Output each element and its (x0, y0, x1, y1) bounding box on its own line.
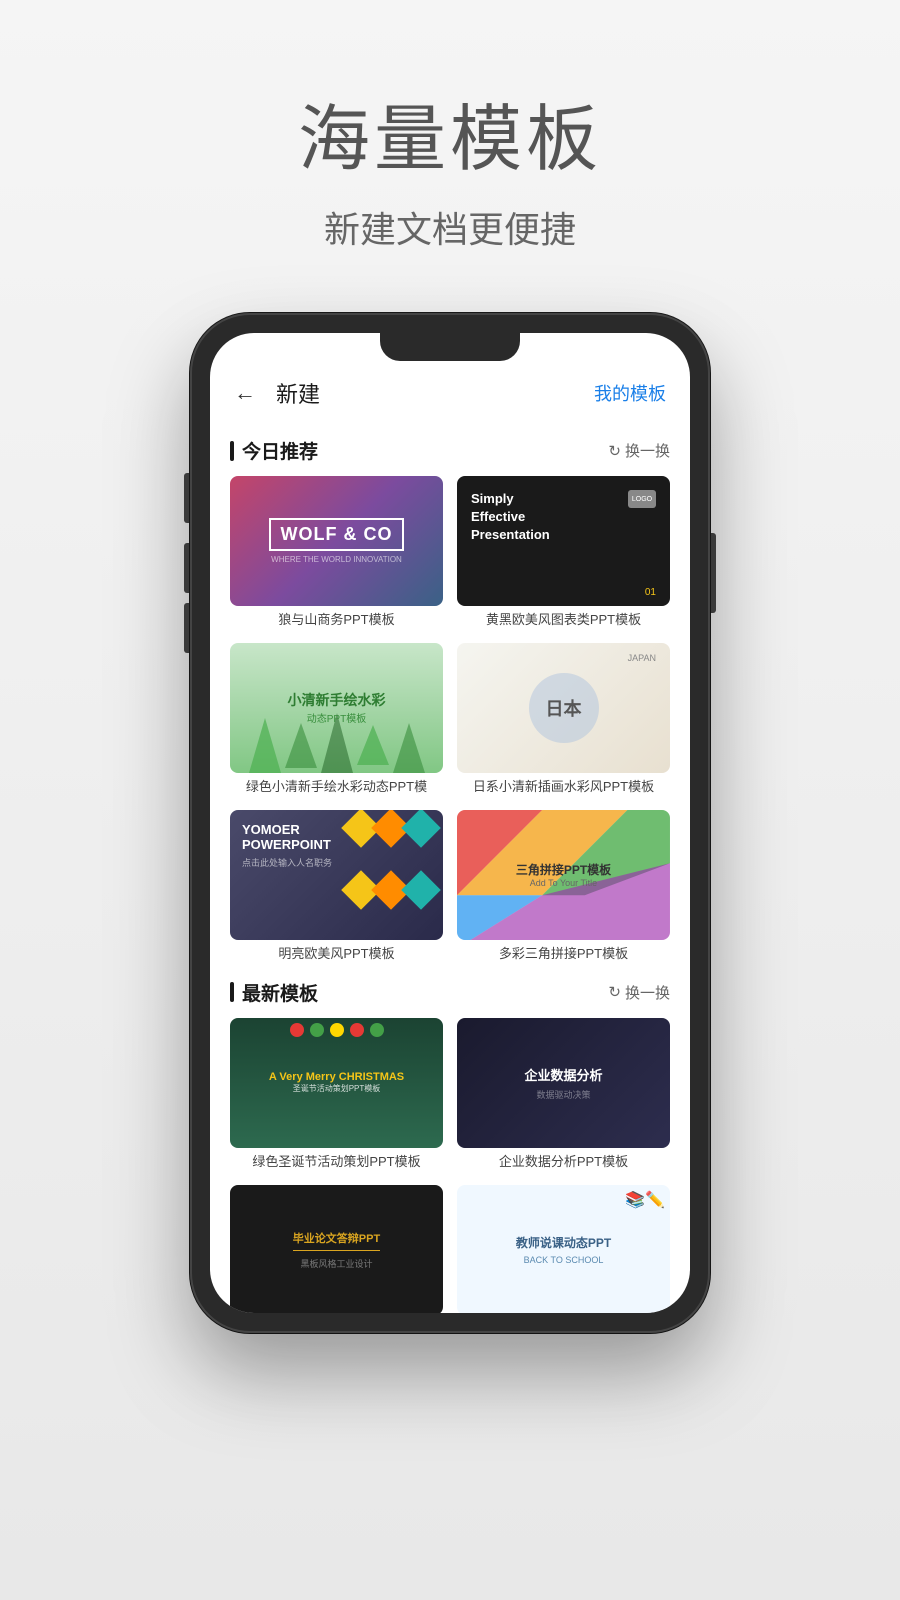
template-grid-today: WOLF & CO WHERE THE WORLD INNOVATION 狼与山… (230, 476, 670, 963)
phone-wrapper: ← 新建 我的模板 今日推荐 ↻ 换一换 (190, 313, 710, 1333)
template-thumb-business: 企业数据分析 数据驱动决策 (457, 1018, 670, 1148)
my-templates-button[interactable]: 我的模板 (594, 380, 666, 406)
template-thumb-simply: SimplyEffectivePresentation LOGO 01 (457, 476, 670, 606)
business-sub: 数据驱动决策 (536, 1088, 590, 1101)
page-header: 海量模板 新建文档更便捷 (298, 0, 602, 253)
tree-5 (393, 723, 425, 773)
template-label-wolf: 狼与山商务PPT模板 (230, 612, 443, 629)
ball-red (290, 1023, 304, 1037)
triangle-sub: Add To Your Title (530, 878, 597, 888)
app-content: ← 新建 我的模板 今日推荐 ↻ 换一换 (210, 333, 690, 1313)
phone-shell: ← 新建 我的模板 今日推荐 ↻ 换一换 (190, 313, 710, 1333)
ball-green (310, 1023, 324, 1037)
template-thumb-graduation: 毕业论文答辩PPT 黑板风格工业设计 (230, 1185, 443, 1313)
teacher-text: 教师说课动态PPT (516, 1234, 611, 1251)
section-today-title: 今日推荐 (230, 437, 318, 464)
page-title-main: 海量模板 (298, 80, 602, 185)
refresh-latest-label: 换一换 (625, 982, 670, 1003)
screen-title: 新建 (276, 377, 320, 409)
template-thumb-japan: 日本 JAPAN (457, 643, 670, 773)
template-item-graduation[interactable]: 毕业论文答辩PPT 黑板风格工业设计 黑板风格工业设计毕业论文答... (230, 1185, 443, 1313)
refresh-today-button[interactable]: ↻ 换一换 (608, 440, 670, 461)
template-item-japan[interactable]: 日本 JAPAN 日系小清新插画水彩风PPT模板 (457, 643, 670, 796)
diamond-3 (401, 810, 441, 848)
xmas-balls (290, 1023, 384, 1037)
ball-red-2 (350, 1023, 364, 1037)
japan-text-overlay: JAPAN (628, 653, 656, 663)
tree-2 (285, 723, 317, 768)
template-item-wolf[interactable]: WOLF & CO WHERE THE WORLD INNOVATION 狼与山… (230, 476, 443, 629)
scroll-area: 今日推荐 ↻ 换一换 WOLF & CO WHERE THE WORLD INN… (210, 421, 690, 1313)
top-bar-left: ← 新建 (234, 377, 320, 409)
wolf-subtitle: WHERE THE WORLD INNOVATION (271, 555, 402, 564)
ball-gold (330, 1023, 344, 1037)
tree-1 (249, 718, 281, 773)
yomoer-title: YOMOERPOWERPOINT (242, 822, 332, 852)
tree-4 (357, 725, 389, 765)
section-latest-header: 最新模板 ↻ 换一换 (230, 979, 670, 1006)
refresh-today-icon: ↻ (608, 442, 621, 460)
template-label-yomoer: 明亮欧美风PPT模板 (230, 946, 443, 963)
triangle-title: 三角拼接PPT模板 (516, 861, 611, 878)
template-thumb-watercolor: 小清新手绘水彩 动态PPT模板 (230, 643, 443, 773)
business-text: 企业数据分析 (524, 1065, 602, 1084)
yomoer-text-block: YOMOERPOWERPOINT 点击此处输入人名职务 (242, 822, 332, 869)
template-label-triangle: 多彩三角拼接PPT模板 (457, 946, 670, 963)
template-item-watercolor[interactable]: 小清新手绘水彩 动态PPT模板 绿色小清新手绘水彩动 (230, 643, 443, 796)
template-item-simply[interactable]: SimplyEffectivePresentation LOGO 01 黄黑欧美… (457, 476, 670, 629)
japan-circle: 日本 (529, 673, 599, 743)
phone-screen: ← 新建 我的模板 今日推荐 ↻ 换一换 (210, 333, 690, 1313)
wolf-title: WOLF & CO (269, 518, 405, 551)
template-label-simply: 黄黑欧美风图表类PPT模板 (457, 612, 670, 629)
template-item-business[interactable]: 企业数据分析 数据驱动决策 企业数据分析PPT模板 (457, 1018, 670, 1171)
simply-logo: LOGO (628, 490, 656, 508)
template-label-christmas: 绿色圣诞节活动策划PPT模板 (230, 1154, 443, 1171)
template-thumb-wolf: WOLF & CO WHERE THE WORLD INNOVATION (230, 476, 443, 606)
template-label-japan: 日系小清新插画水彩风PPT模板 (457, 779, 670, 796)
template-item-triangle[interactable]: 三角拼接PPT模板 Add To Your Title 多彩三角拼接PPT模板 (457, 810, 670, 963)
template-grid-latest: A Very Merry CHRISTMAS 圣诞节活动策划PPT模板 绿色圣诞… (230, 1018, 670, 1313)
refresh-today-label: 换一换 (625, 440, 670, 461)
simply-num: 01 (645, 587, 656, 598)
grad-sub: 黑板风格工业设计 (300, 1257, 372, 1270)
template-label-business: 企业数据分析PPT模板 (457, 1154, 670, 1171)
grad-title: 毕业论文答辩PPT (293, 1230, 380, 1251)
diamond-6 (401, 870, 441, 910)
top-bar: ← 新建 我的模板 (210, 361, 690, 421)
yomoer-diamonds (343, 810, 443, 940)
ball-green-2 (370, 1023, 384, 1037)
section-today-header: 今日推荐 ↻ 换一换 (230, 437, 670, 464)
yomoer-sub: 点击此处输入人名职务 (242, 856, 332, 869)
page-title-sub: 新建文档更便捷 (298, 201, 602, 253)
doodle-icons: 📚✏️ (625, 1190, 665, 1210)
simply-text: SimplyEffectivePresentation (471, 490, 550, 545)
watercolor-label-sub: 动态PPT模板 (307, 710, 366, 725)
notch (380, 333, 520, 361)
section-latest-title: 最新模板 (230, 979, 318, 1006)
template-label-watercolor: 绿色小清新手绘水彩动态PPT模 (230, 779, 443, 796)
template-item-yomoer[interactable]: YOMOERPOWERPOINT 点击此处输入人名职务 (230, 810, 443, 963)
watercolor-label-main: 小清新手绘水彩 (288, 690, 386, 710)
refresh-latest-button[interactable]: ↻ 换一换 (608, 982, 670, 1003)
template-thumb-teacher: 📚✏️ 教师说课动态PPT BACK TO SCHOOL (457, 1185, 670, 1313)
template-thumb-yomoer: YOMOERPOWERPOINT 点击此处输入人名职务 (230, 810, 443, 940)
template-thumb-christmas: A Very Merry CHRISTMAS 圣诞节活动策划PPT模板 (230, 1018, 443, 1148)
xmas-subtitle: 圣诞节活动策划PPT模板 (293, 1083, 381, 1094)
back-button[interactable]: ← (234, 380, 256, 406)
template-thumb-triangle: 三角拼接PPT模板 Add To Your Title (457, 810, 670, 940)
teacher-sub: BACK TO SCHOOL (524, 1255, 604, 1265)
xmas-title: A Very Merry CHRISTMAS (269, 1071, 404, 1083)
refresh-latest-icon: ↻ (608, 983, 621, 1001)
template-item-christmas[interactable]: A Very Merry CHRISTMAS 圣诞节活动策划PPT模板 绿色圣诞… (230, 1018, 443, 1171)
template-item-teacher[interactable]: 📚✏️ 教师说课动态PPT BACK TO SCHOOL 教学讲课动态PPT (457, 1185, 670, 1313)
